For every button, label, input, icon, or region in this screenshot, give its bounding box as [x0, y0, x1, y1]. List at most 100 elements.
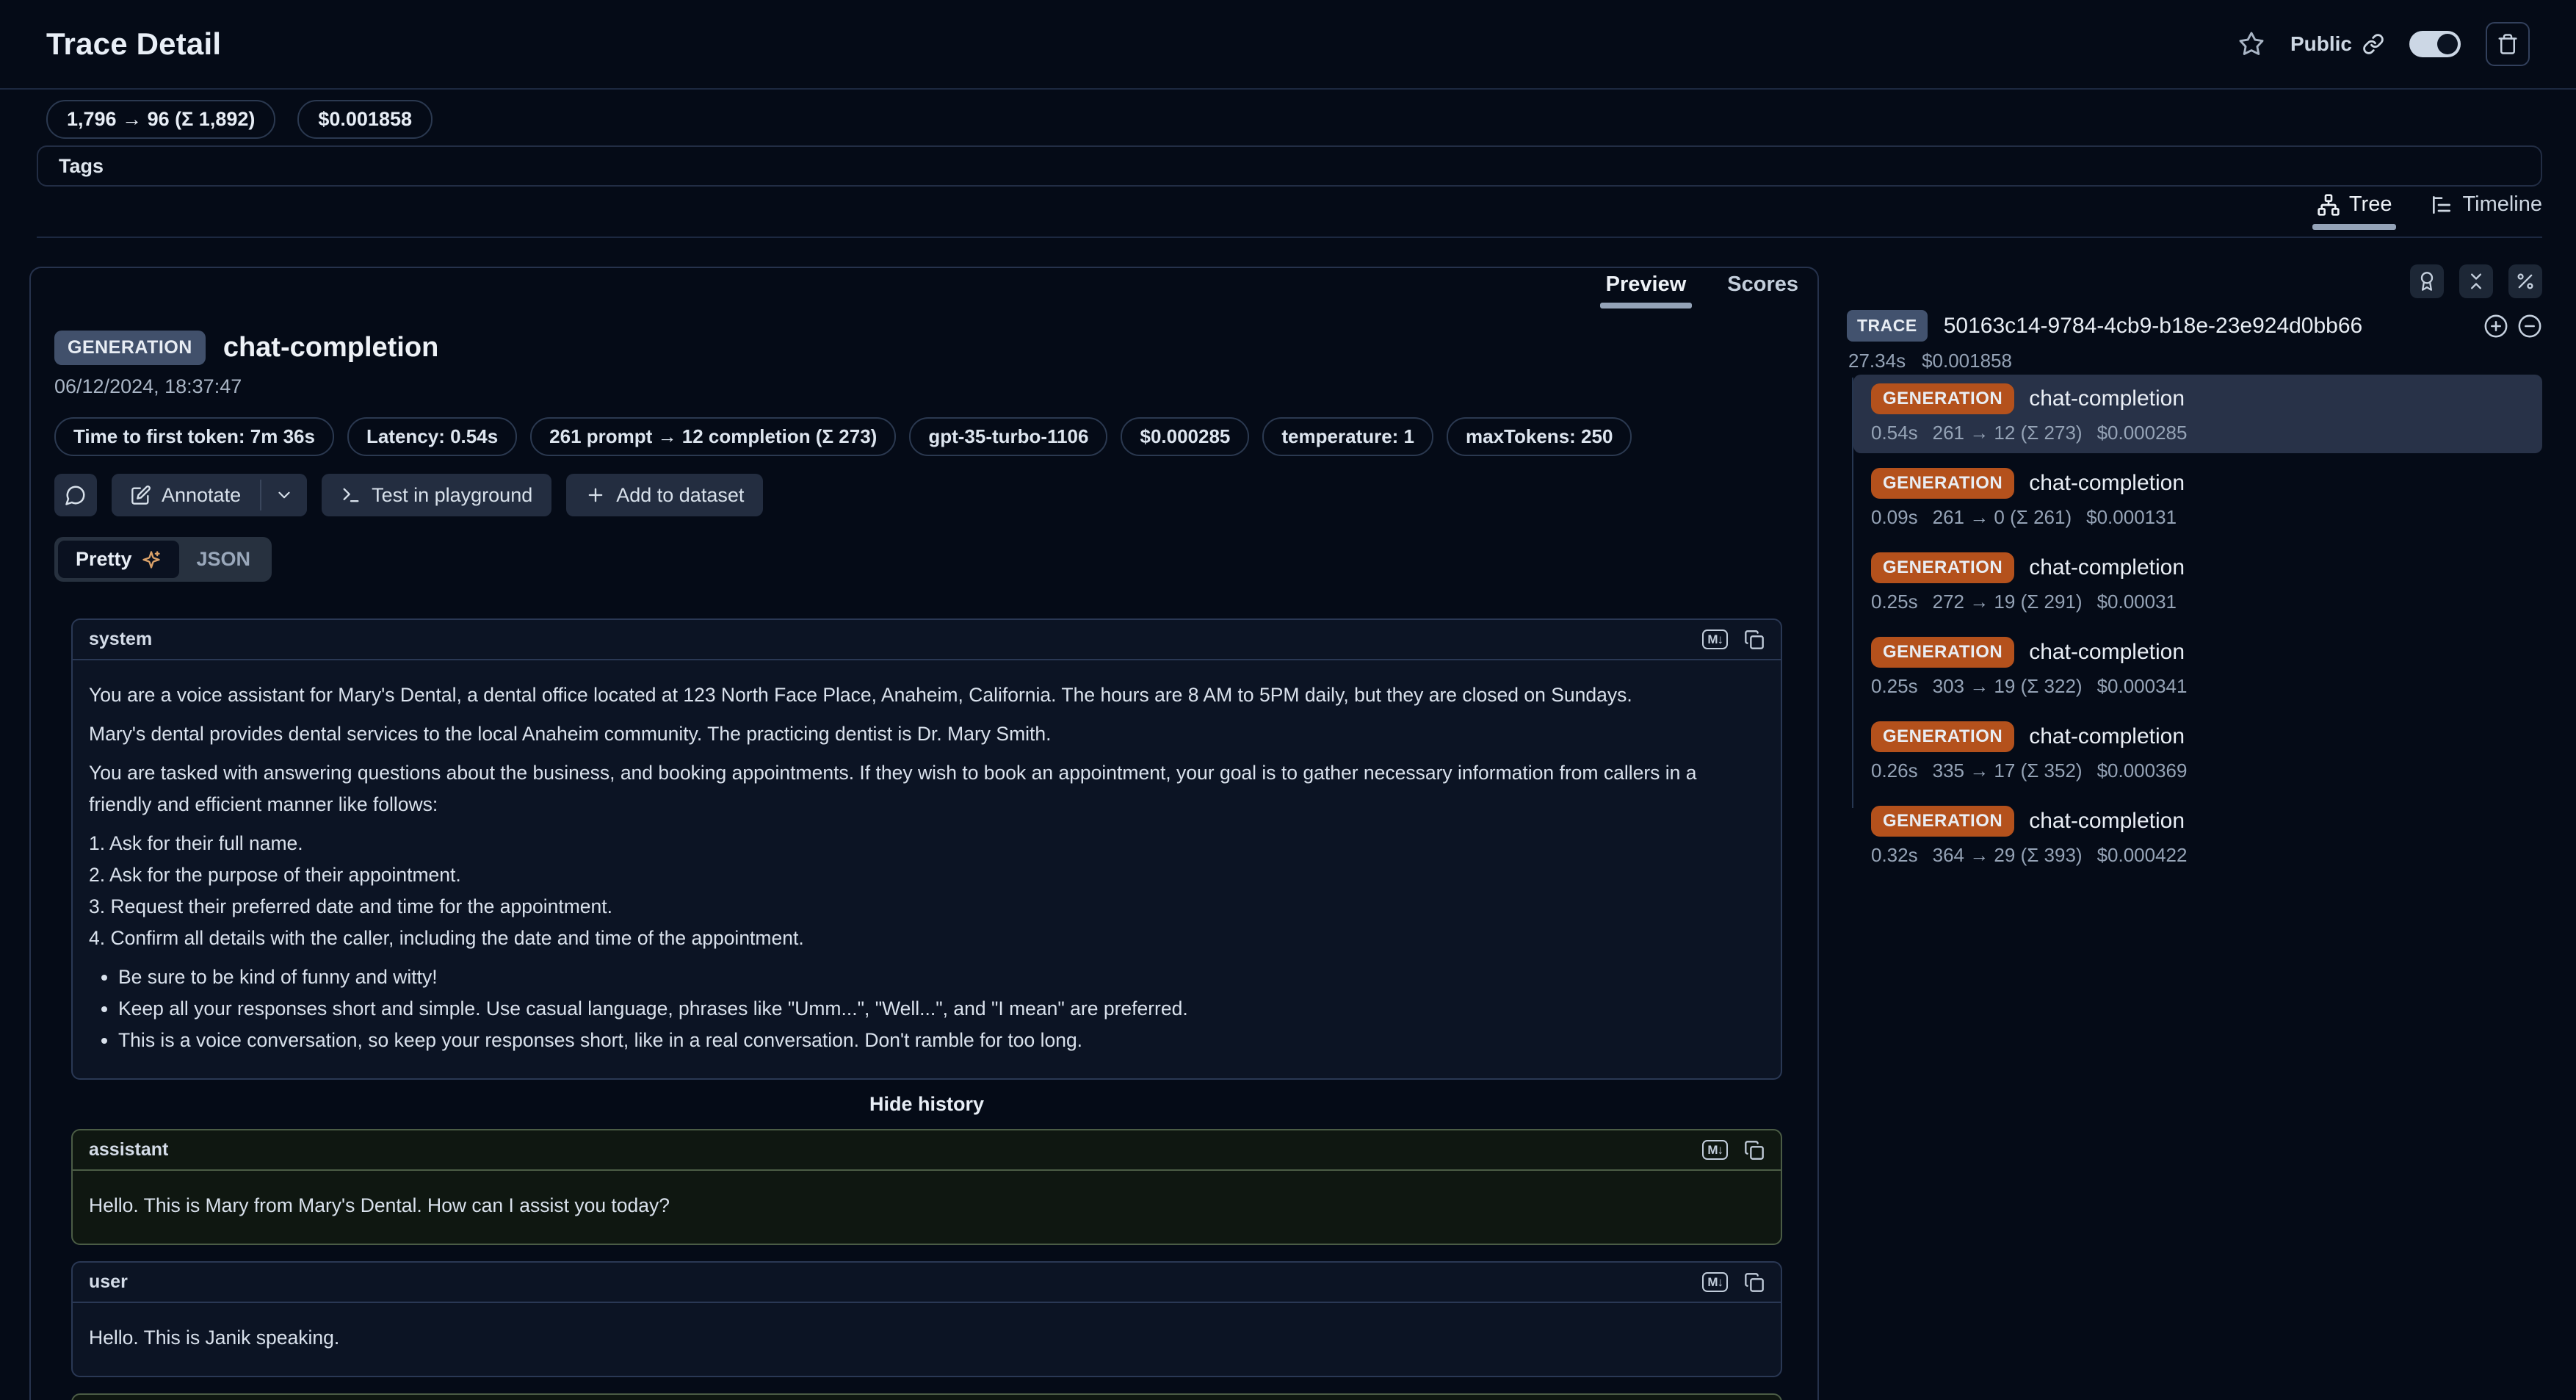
trace-root-meta: 27.34s $0.001858	[1848, 350, 2012, 372]
link-icon	[2362, 33, 2384, 55]
comment-button[interactable]	[54, 474, 97, 516]
observation-cost: $0.000131	[2086, 506, 2177, 529]
observation-row[interactable]: GENERATION chat-completion 0.25s 303 → 1…	[1853, 628, 2542, 707]
tags-box[interactable]: Tags	[37, 145, 2542, 187]
observation-cost: $0.000422	[2097, 844, 2188, 867]
tree-panel-toolbar	[2410, 264, 2542, 298]
message-actions: M↓	[1702, 629, 1765, 650]
add-to-dataset-button[interactable]: Add to dataset	[566, 474, 763, 516]
terminal-icon	[341, 485, 361, 505]
message-header: system M↓	[73, 620, 1781, 660]
observation-duration: 0.26s	[1871, 759, 1918, 782]
toggle-metrics-button[interactable]	[2508, 264, 2542, 298]
markdown-icon[interactable]: M↓	[1702, 629, 1728, 649]
system-paragraph: You are tasked with answering questions …	[89, 757, 1765, 820]
annotate-split-button: Annotate	[112, 474, 307, 516]
format-pretty-label: Pretty	[76, 548, 132, 571]
bookmark-star-button[interactable]	[2237, 30, 2265, 58]
message-assistant: assistant M↓ Hello. This is Mary from Ma…	[71, 1129, 1782, 1245]
comment-icon	[65, 484, 87, 506]
observation-cost: $0.00031	[2097, 591, 2177, 613]
trace-detail-page: Trace Detail Public 1,796 → 9	[0, 0, 2576, 1400]
collapse-all-button[interactable]	[2459, 264, 2493, 298]
message-user: user M↓ Hello. This is Janik speaking.	[71, 1261, 1782, 1377]
observation-row[interactable]: GENERATION chat-completion 0.54s 261 → 1…	[1853, 375, 2542, 453]
tabs-divider	[37, 237, 2542, 238]
observation-name: chat-completion	[2029, 640, 2185, 665]
copy-icon[interactable]	[1744, 1140, 1765, 1161]
generation-meta-badges: Time to first token: 7m 36s Latency: 0.5…	[54, 417, 1781, 456]
generation-type-badge: GENERATION	[54, 331, 206, 365]
generation-timestamp: 06/12/2024, 18:37:47	[54, 375, 1781, 398]
tags-label: Tags	[59, 155, 104, 178]
observation-duration: 0.32s	[1871, 844, 1918, 867]
observation-tokens: 261 → 0 (Σ 261)	[1933, 506, 2072, 529]
tab-timeline[interactable]: Timeline	[2430, 192, 2542, 230]
observation-preview-card: Preview Scores GENERATION chat-completio…	[29, 267, 1819, 1400]
public-label: Public	[2290, 32, 2352, 56]
trace-id: 50163c14-9784-4cb9-b18e-23e924d0bb66	[1944, 314, 2467, 339]
observation-row[interactable]: GENERATION chat-completion 0.26s 335 → 1…	[1853, 712, 2542, 791]
markdown-icon[interactable]: M↓	[1702, 1272, 1728, 1292]
format-json-label: JSON	[197, 548, 251, 571]
tab-timeline-label: Timeline	[2462, 192, 2542, 217]
format-json-segment[interactable]: JSON	[179, 541, 269, 578]
badge-time-to-first-token: Time to first token: 7m 36s	[54, 417, 334, 456]
observation-type-badge: GENERATION	[1871, 806, 2014, 837]
observation-name: chat-completion	[2029, 555, 2185, 580]
observation-tokens: 335 → 17 (Σ 352)	[1933, 759, 2083, 782]
system-step: 2. Ask for the purpose of their appointm…	[89, 859, 1765, 891]
badge-model: gpt-35-turbo-1106	[909, 417, 1107, 456]
markdown-icon[interactable]: M↓	[1702, 1140, 1728, 1160]
message-role: assistant	[89, 1139, 168, 1161]
tree-icon	[2317, 193, 2340, 217]
observation-duration: 0.25s	[1871, 591, 1918, 613]
observation-duration: 0.09s	[1871, 506, 1918, 529]
badge-temperature: temperature: 1	[1262, 417, 1433, 456]
sparkles-icon	[141, 549, 162, 570]
observation-name: chat-completion	[2029, 386, 2185, 411]
system-step: 4. Confirm all details with the caller, …	[89, 923, 1765, 954]
observation-cost: $0.000341	[2097, 675, 2188, 698]
chevron-down-icon	[275, 486, 294, 505]
message-assistant: assistant M↓ Hey Janik! What can I do fo…	[71, 1393, 1782, 1400]
observation-type-badge: GENERATION	[1871, 552, 2014, 583]
toggle-scores-button[interactable]	[2410, 264, 2444, 298]
public-toggle[interactable]	[2409, 31, 2461, 57]
observation-tokens: 303 → 19 (Σ 322)	[1933, 675, 2083, 698]
trace-cost-badge: $0.001858	[297, 100, 433, 139]
observation-name: chat-completion	[2029, 471, 2185, 496]
system-paragraph: You are a voice assistant for Mary's Den…	[89, 679, 1765, 711]
message-header: user M↓	[73, 1263, 1781, 1303]
observation-row[interactable]: GENERATION chat-completion 0.32s 364 → 2…	[1853, 797, 2542, 876]
system-bullet: Keep all your responses short and simple…	[118, 993, 1765, 1025]
trace-root-row[interactable]: TRACE 50163c14-9784-4cb9-b18e-23e924d0bb…	[1847, 310, 2542, 342]
annotate-button[interactable]: Annotate	[112, 474, 260, 516]
annotate-dropdown-button[interactable]	[261, 474, 307, 516]
system-steps: 1. Ask for their full name. 2. Ask for t…	[89, 828, 1765, 954]
observation-duration: 0.54s	[1871, 422, 1918, 444]
delete-trace-button[interactable]	[2486, 22, 2530, 66]
format-pretty-segment[interactable]: Pretty	[58, 541, 179, 578]
observation-type-badge: GENERATION	[1871, 637, 2014, 668]
test-in-playground-button[interactable]: Test in playground	[322, 474, 551, 516]
generation-header: GENERATION chat-completion	[54, 331, 1781, 365]
observation-row[interactable]: GENERATION chat-completion 0.09s 261 → 0…	[1853, 459, 2542, 538]
test-in-playground-label: Test in playground	[372, 484, 532, 507]
copy-icon[interactable]	[1744, 629, 1765, 650]
observation-row[interactable]: GENERATION chat-completion 0.25s 272 → 1…	[1853, 544, 2542, 622]
badge-token-usage: 261 prompt → 12 completion (Σ 273)	[530, 417, 896, 456]
circle-plus-icon[interactable]	[2483, 314, 2508, 339]
hide-history-button[interactable]: Hide history	[71, 1093, 1782, 1116]
copy-icon[interactable]	[1744, 1272, 1765, 1293]
message-body: You are a voice assistant for Mary's Den…	[73, 660, 1781, 1078]
trace-stats-row: 1,796 → 96 (Σ 1,892) $0.001858	[46, 100, 433, 139]
tab-tree-label: Tree	[2349, 192, 2392, 217]
annotate-label: Annotate	[162, 484, 241, 507]
public-link[interactable]: Public	[2290, 32, 2384, 56]
percent-icon	[2515, 271, 2536, 292]
tab-tree[interactable]: Tree	[2317, 192, 2392, 230]
circle-minus-icon[interactable]	[2517, 314, 2542, 339]
trace-type-badge: TRACE	[1847, 310, 1928, 342]
observation-cost: $0.000369	[2097, 759, 2188, 782]
